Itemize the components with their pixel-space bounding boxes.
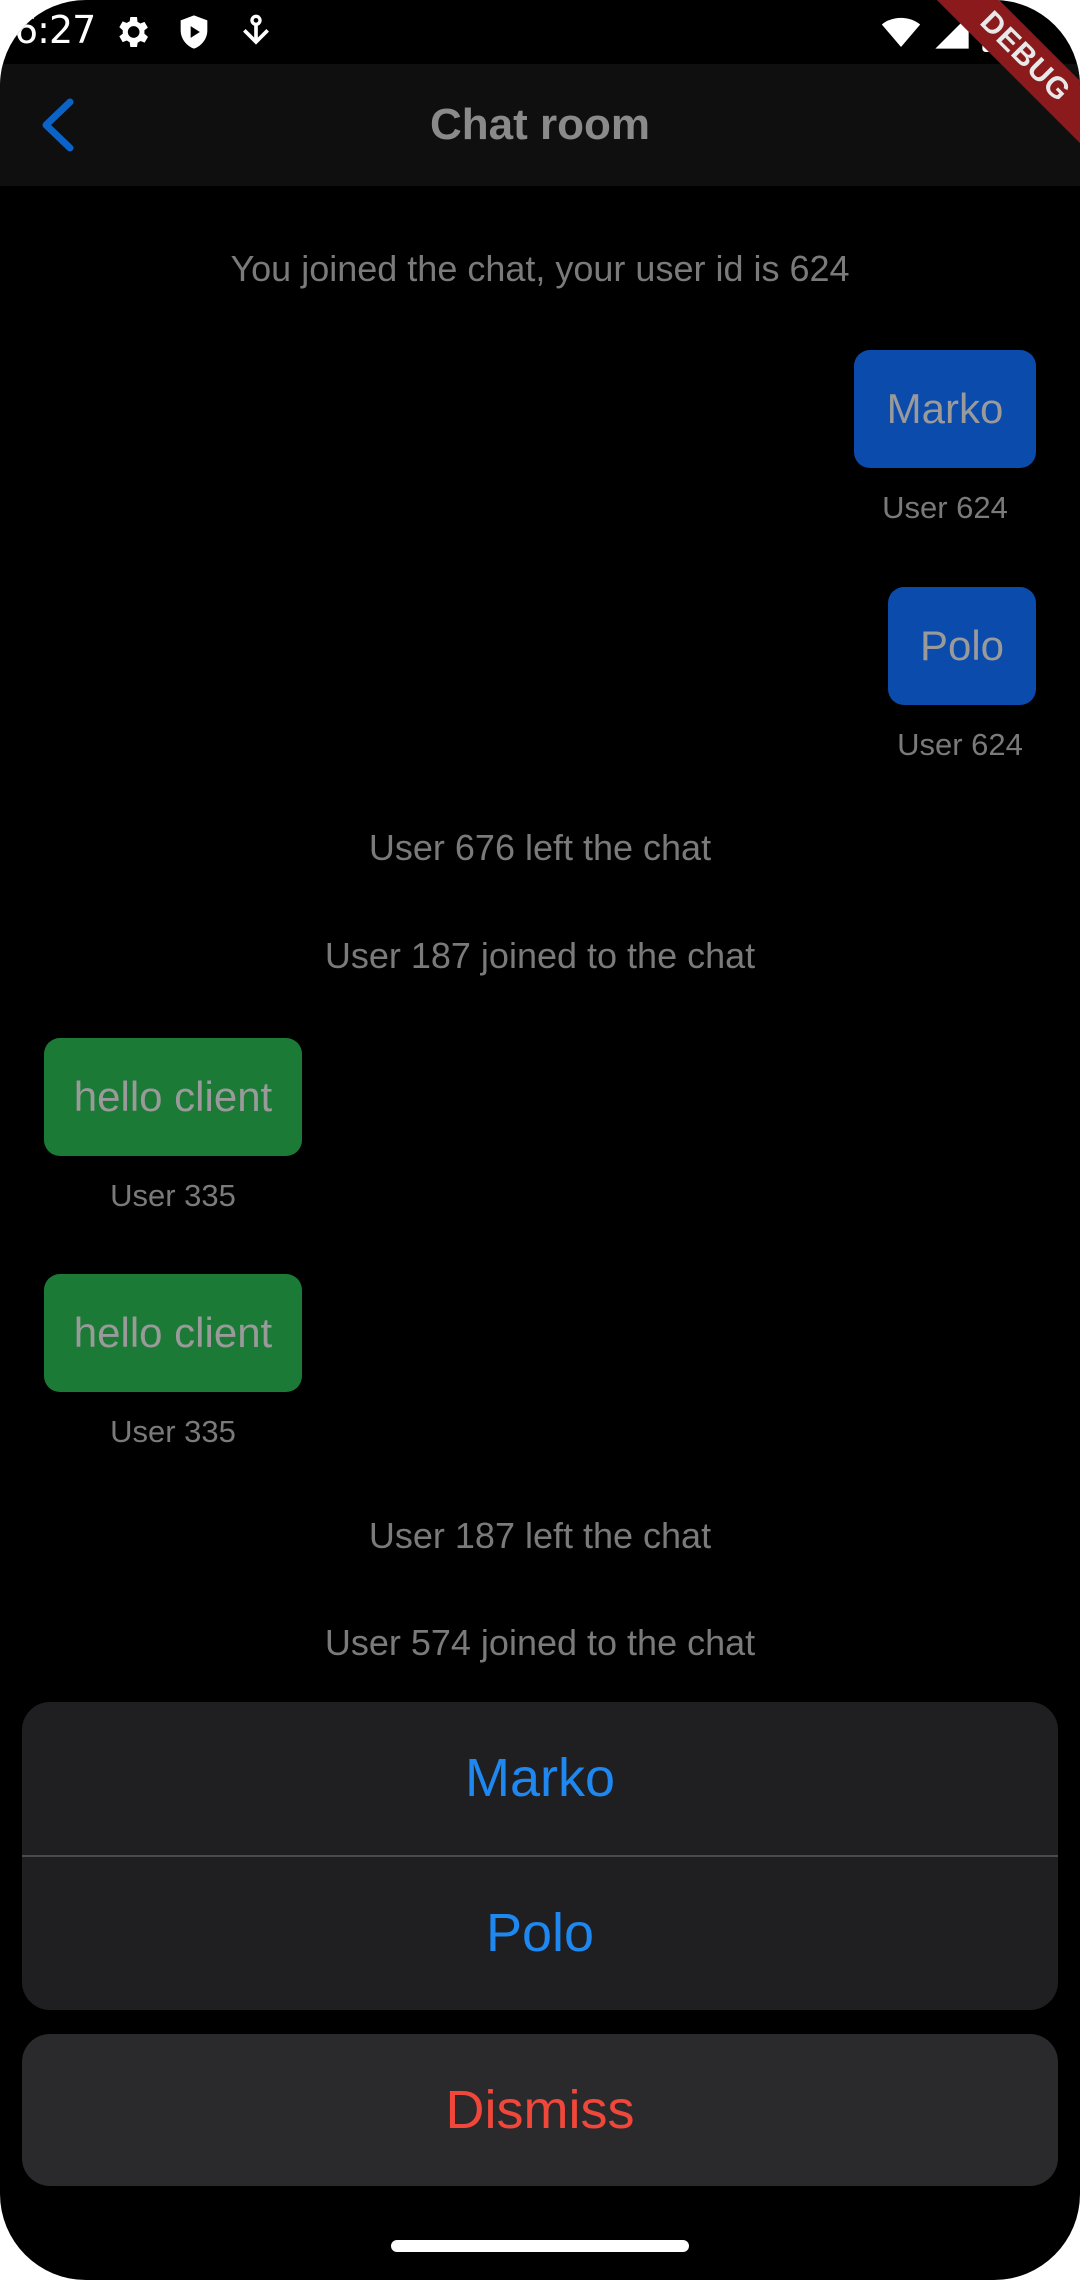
action-polo-button[interactable]: Polo [22,1857,1058,2010]
dismiss-button[interactable]: Dismiss [22,2034,1058,2186]
action-sheet: Marko Polo [22,1702,1058,2010]
home-indicator[interactable] [391,2240,689,2252]
message-sender: User 624 [897,727,1023,762]
status-time: 6:27 [14,8,96,52]
message-sender: User 335 [110,1414,236,1449]
phone-screen: 6:27 Chat room DEBUG You joined the chat… [0,0,1080,2280]
system-message: User 574 joined to the chat [324,1622,756,1663]
status-bar: 6:27 [0,0,1080,64]
system-message: User 676 left the chat [368,827,712,868]
wifi-icon [880,12,922,52]
action-marko-button[interactable]: Marko [22,1702,1058,1855]
page-title: Chat room [430,100,650,149]
system-message: User 187 left the chat [368,1515,712,1556]
own-message-bubble[interactable]: Polo [888,587,1036,705]
message-sender: User 335 [110,1178,236,1213]
shield-icon [174,12,214,52]
download-icon [236,12,276,52]
system-message: You joined the chat, your user id is 624 [230,248,850,289]
dismiss-label: Dismiss [445,2080,635,2140]
system-message: User 187 joined to the chat [324,935,756,976]
incoming-message-bubble[interactable]: hello client [44,1274,302,1392]
own-message-bubble[interactable]: Marko [854,350,1036,468]
settings-icon [112,12,152,52]
message-sender: User 624 [882,490,1008,525]
incoming-message-bubble[interactable]: hello client [44,1038,302,1156]
app-bar: Chat room [0,64,1080,186]
